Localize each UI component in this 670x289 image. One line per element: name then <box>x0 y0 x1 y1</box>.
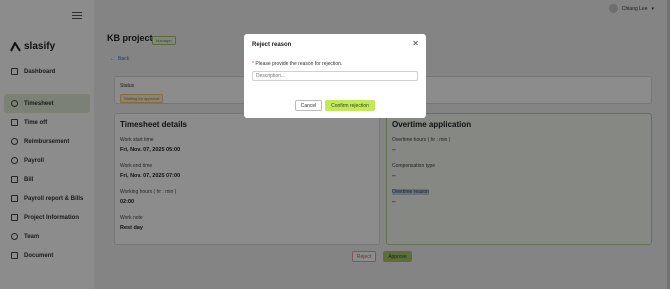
close-icon[interactable]: ✕ <box>412 40 419 48</box>
rejection-reason-label: * Please provide the reason for rejectio… <box>252 61 342 67</box>
rejection-reason-input[interactable] <box>252 71 418 81</box>
cancel-button[interactable]: Cancel <box>295 100 322 111</box>
rejection-reason-prompt: Please provide the reason for rejection. <box>255 61 343 67</box>
required-mark: * <box>252 61 254 67</box>
reject-reason-modal: Reject reason ✕ * Please provide the rea… <box>244 34 426 118</box>
modal-title: Reject reason <box>252 42 292 48</box>
confirm-rejection-button[interactable]: Confirm rejection <box>325 100 375 111</box>
